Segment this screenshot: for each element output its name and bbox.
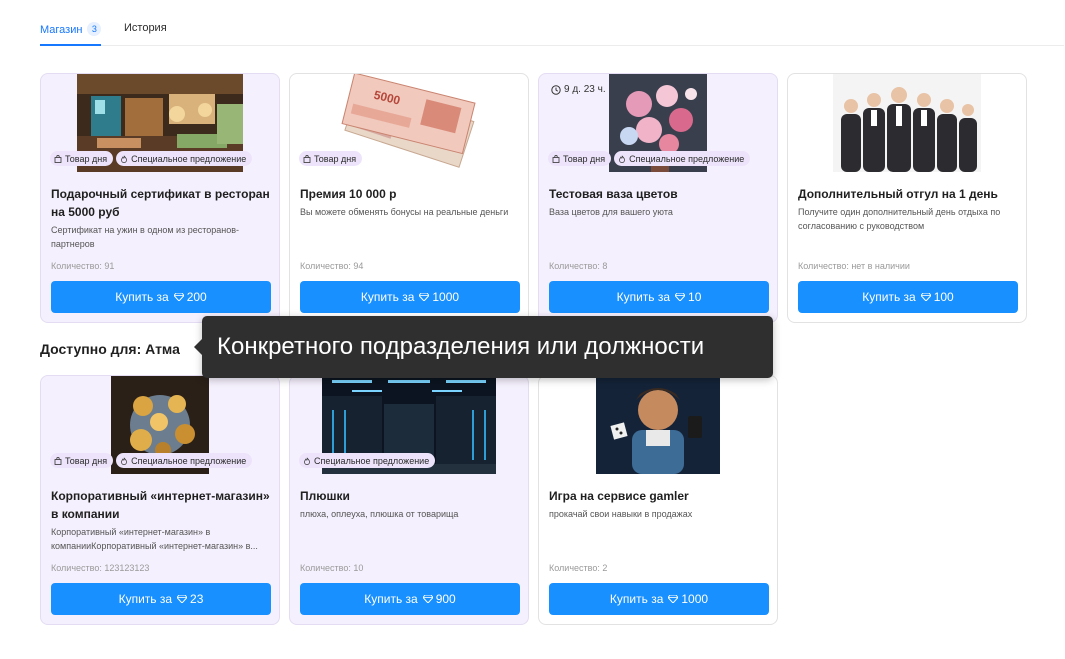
card-description: Получите один дополнительный день отдыха… [798,207,1001,231]
clock-icon [551,84,561,95]
gem-icon [173,293,184,301]
buy-button-price: 100 [933,290,954,304]
card-quantity: Количество: 123123123 [51,563,150,573]
tab-history[interactable]: История [124,22,167,46]
gamer-character-photo [596,376,720,474]
fire-icon [121,155,128,163]
card-title: Тестовая ваза цветов [549,187,678,201]
card-description: Вы можете обменять бонусы на реальные де… [300,207,509,217]
buy-button[interactable]: Купить за 200 [51,281,271,313]
timer: 9 д. 23 ч. [551,84,606,95]
timer-text: 9 д. 23 ч. [564,84,606,95]
fire-icon [121,457,128,465]
product-card-gamler-game[interactable]: Игра на сервисе gamler прокачай свои нав… [538,375,778,625]
card-quantity: Количество: 2 [549,563,608,573]
card-title: Плюшки [300,489,350,503]
buy-button[interactable]: Купить за 100 [798,281,1018,313]
fire-icon [619,155,626,163]
buy-button[interactable]: Купить за 10 [549,281,769,313]
card-title: Премия 10 000 р [300,187,397,201]
deal-of-day-badge: Товар дня [548,151,612,166]
buy-button-label: Купить за [360,290,415,304]
buy-button-price: 1000 [681,592,709,606]
tab-store[interactable]: Магазин 3 [40,22,102,46]
buy-button[interactable]: Купить за 1000 [549,583,769,615]
card-quantity: Количество: 91 [51,261,115,271]
gem-icon [675,293,686,301]
buy-button-price: 23 [190,592,204,606]
buy-button[interactable]: Купить за 1000 [300,281,520,313]
card-quantity: Количество: 8 [549,261,608,271]
bag-icon [54,154,62,163]
card-badges: Товар дня [299,151,363,166]
buy-button-label: Купить за [364,592,418,606]
card-description: плюха, оплеуха, плюшка от товарища [300,509,459,519]
section-title: Доступно для: Атма [40,341,180,357]
gem-icon [668,595,679,603]
deal-of-day-badge: Товар дня [299,151,363,166]
buy-button[interactable]: Купить за 23 [51,583,271,615]
gem-icon [177,595,188,603]
buy-button-label: Купить за [118,592,173,606]
deal-of-day-badge: Товар дня [50,151,114,166]
tab-store-count-badge: 3 [87,22,102,36]
gem-icon [419,293,430,301]
card-badges: Специальное предложение [299,453,436,468]
card-description: прокачай свои навыки в продажах [549,509,693,519]
card-title: Подарочный сертификат в ресторан на 5000… [51,187,270,219]
product-card-restaurant-certificate[interactable]: Товар дня Специальное предложение Подаро… [40,73,280,323]
bag-icon [303,154,311,163]
card-badges: Товар дня Специальное предложение [50,151,253,166]
product-card-day-off[interactable]: Дополнительный отгул на 1 день Получите … [787,73,1027,323]
card-title: Корпоративный «интернет-магазин» в компа… [51,489,270,521]
buy-button-label: Купить за [616,290,671,304]
gem-icon [920,293,931,301]
product-card-perks[interactable]: Специальное предложение Плюшки плюха, оп… [289,375,529,625]
buy-button-label: Купить за [115,290,169,304]
product-card-corporate-store[interactable]: Товар дня Специальное предложение Корпор… [40,375,280,625]
card-title: Дополнительный отгул на 1 день [798,187,998,201]
buy-button-label: Купить за [862,290,916,304]
buy-button[interactable]: Купить за 900 [300,583,520,615]
special-offer-badge: Специальное предложение [116,453,253,468]
special-offer-badge: Специальное предложение [299,453,436,468]
tabs-bar: Магазин 3 История [40,0,1064,46]
card-description: Ваза цветов для вашего уюта [549,207,673,217]
buy-button-price: 1000 [432,290,460,304]
buy-button-label: Купить за [609,592,664,606]
deal-of-day-badge: Товар дня [50,453,114,468]
buy-button-price: 200 [186,290,207,304]
special-offer-badge: Специальное предложение [116,151,253,166]
business-team-photo [833,74,981,172]
tab-store-label: Магазин [40,24,83,36]
bag-icon [552,154,560,163]
product-card-bonus-10000[interactable]: 5000 Товар дня Премия 10 000 р Вы можете… [289,73,529,323]
tooltip: Конкретного подразделения или должности [194,316,773,378]
card-description: Сертификат на ужин в одном из ресторанов… [51,225,240,249]
tab-history-label: История [124,22,167,34]
card-quantity: Количество: нет в наличии [798,261,910,271]
card-badges: Товар дня Специальное предложение [50,453,253,468]
card-description: Корпоративный «интернет-магазин» в компа… [51,527,258,551]
bag-icon [54,456,62,465]
special-offer-badge: Специальное предложение [614,151,751,166]
buy-button-price: 900 [435,592,456,606]
card-badges: Товар дня Специальное предложение [548,151,751,166]
gem-icon [422,595,433,603]
card-quantity: Количество: 10 [300,563,364,573]
product-card-flower-vase[interactable]: 9 д. 23 ч. Товар дня Специальное предлож… [538,73,778,323]
card-quantity: Количество: 94 [300,261,364,271]
buy-button-price: 10 [688,290,702,304]
card-title: Игра на сервисе gamler [549,489,689,503]
fire-icon [304,457,310,465]
